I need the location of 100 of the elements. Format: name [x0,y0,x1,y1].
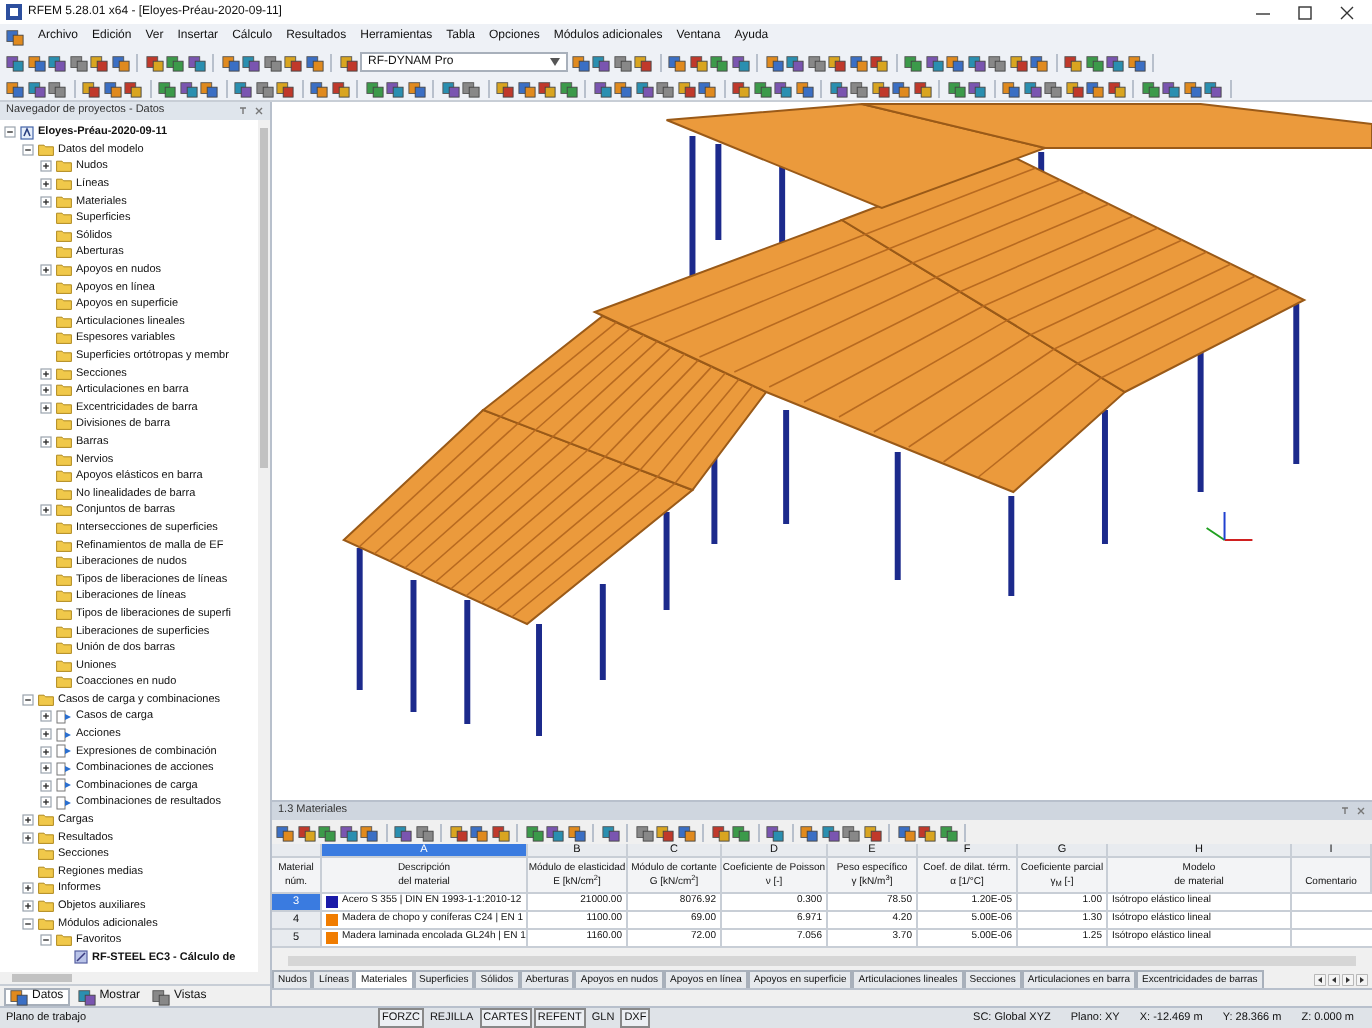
toolbar-icon[interactable] [871,79,889,97]
toolbar-icon[interactable] [765,53,783,71]
toolbar-icon[interactable] [807,53,825,71]
toolbar-icon[interactable] [1183,79,1201,97]
toolbar-icon[interactable] [491,823,509,841]
toolbar-icon[interactable] [415,823,433,841]
toolbar-icon[interactable] [331,79,349,97]
toolbar-icon[interactable] [1009,53,1027,71]
toolbar-icon[interactable] [441,79,459,97]
toolbar-icon[interactable] [870,53,888,71]
toolbar-icon[interactable] [849,53,867,71]
toolbar-icon[interactable] [1106,53,1124,71]
toolbar-icon[interactable] [1127,53,1145,71]
toolbar-icon[interactable] [1044,79,1062,97]
toolbar-icon[interactable] [386,79,404,97]
toolbar-icon[interactable] [339,53,357,71]
toolbar-icon[interactable] [677,823,695,841]
toolbar-icon[interactable] [10,987,28,1005]
toolbar-icon[interactable] [407,79,425,97]
toolbar-icon[interactable] [6,53,24,71]
toolbar-icon[interactable] [800,823,818,841]
toolbar-icon[interactable] [48,79,66,97]
toolbar-icon[interactable] [828,53,846,71]
toolbar-icon[interactable] [786,53,804,71]
toolbar-icon[interactable] [947,79,965,97]
toolbar-icon[interactable] [897,823,915,841]
toolbar-icon[interactable] [82,79,100,97]
toolbar-icon[interactable] [1204,79,1222,97]
toolbar-icon[interactable] [968,79,986,97]
expand-toggle[interactable] [22,831,34,844]
expand-toggle[interactable] [22,814,34,827]
toolbar-icon[interactable] [634,53,652,71]
tab-scroll-icon[interactable] [1356,974,1368,986]
expand-toggle[interactable] [4,126,16,139]
toolbar-icon[interactable] [677,79,695,97]
toolbar-icon[interactable] [689,53,707,71]
maximize-icon[interactable] [1298,5,1312,19]
toolbar-icon[interactable] [559,79,577,97]
expand-toggle[interactable] [40,710,52,723]
toolbar-icon[interactable] [698,79,716,97]
toolbar-icon[interactable] [635,823,653,841]
toolbar-icon[interactable] [571,53,589,71]
toolbar-icon[interactable] [360,823,378,841]
expand-toggle[interactable] [40,504,52,517]
toolbar-icon[interactable] [284,53,302,71]
toolbar-icon[interactable] [1141,79,1159,97]
toolbar-icon[interactable] [449,823,467,841]
toolbar-icon[interactable] [69,53,87,71]
expand-toggle[interactable] [40,934,52,947]
toolbar-icon[interactable] [255,79,273,97]
toolbar-icon[interactable] [1002,79,1020,97]
toolbar-icon[interactable] [946,53,964,71]
toolbar-icon[interactable] [263,53,281,71]
expand-toggle[interactable] [40,367,52,380]
toolbar-icon[interactable] [656,823,674,841]
toolbar-icon[interactable] [546,823,564,841]
toolbar-icon[interactable] [200,79,218,97]
toolbar-icon[interactable] [124,79,142,97]
toolbar-icon[interactable] [904,53,922,71]
toolbar-icon[interactable] [394,823,412,841]
toolbar-icon[interactable] [988,53,1006,71]
expand-toggle[interactable] [40,762,52,775]
expand-toggle[interactable] [40,178,52,191]
vertical-scrollbar[interactable] [258,120,270,972]
toolbar-icon[interactable] [1162,79,1180,97]
toolbar-icon[interactable] [27,53,45,71]
toolbar-icon[interactable] [48,53,66,71]
toolbar-icon[interactable] [111,53,129,71]
toolbar-icon[interactable] [103,79,121,97]
toolbar-icon[interactable] [221,53,239,71]
toolbar-icon[interactable] [774,79,792,97]
toolbar-icon[interactable] [1107,79,1125,97]
expand-toggle[interactable] [40,745,52,758]
toolbar-icon[interactable] [6,27,24,45]
toolbar-icon[interactable] [892,79,910,97]
toolbar-icon[interactable] [1023,79,1041,97]
toolbar-icon[interactable] [635,79,653,97]
toolbar-icon[interactable] [276,823,294,841]
toolbar-icon[interactable] [593,79,611,97]
toolbar-icon[interactable] [339,823,357,841]
toolbar-icon[interactable] [234,79,252,97]
expand-toggle[interactable] [40,264,52,277]
toolbar-icon[interactable] [614,79,632,97]
expand-toggle[interactable] [40,401,52,414]
toolbar-icon[interactable] [517,79,535,97]
toolbar-icon[interactable] [731,53,749,71]
toolbar-icon[interactable] [925,53,943,71]
toolbar-icon[interactable] [1030,53,1048,71]
toolbar-icon[interactable] [863,823,881,841]
toolbar-icon[interactable] [538,79,556,97]
toolbar-icon[interactable] [187,53,205,71]
toolbar-icon[interactable] [567,823,585,841]
toolbar-icon[interactable] [710,53,728,71]
toolbar-icon[interactable] [310,79,328,97]
toolbar-icon[interactable] [668,53,686,71]
expand-toggle[interactable] [40,779,52,792]
toolbar-icon[interactable] [1064,53,1082,71]
toolbar-icon[interactable] [496,79,514,97]
expand-toggle[interactable] [22,917,34,930]
toolbar-icon[interactable] [601,823,619,841]
